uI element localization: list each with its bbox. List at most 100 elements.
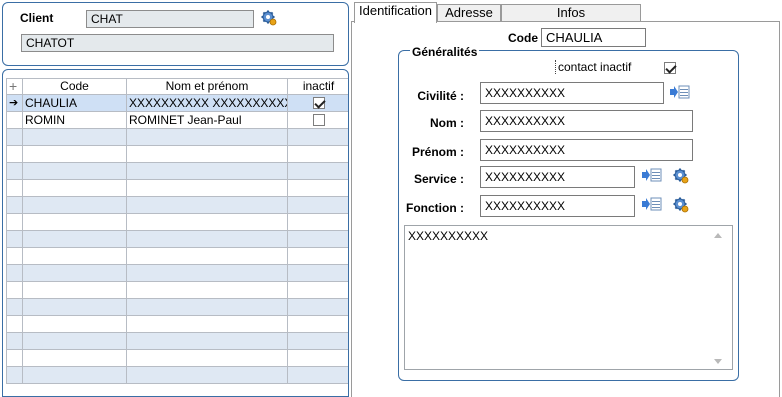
tab-infos-complementaires[interactable]: Infos complémentaires [501,4,641,36]
empty-cell[interactable] [287,162,348,180]
table-row-empty[interactable] [6,128,348,146]
empty-cell[interactable] [22,145,127,163]
empty-cell[interactable] [126,230,288,248]
empty-cell[interactable] [126,213,288,231]
empty-cell[interactable] [287,298,348,316]
column-header-inactif[interactable]: inactif [287,78,348,95]
table-row-empty[interactable] [6,366,348,384]
empty-cell[interactable] [22,196,127,214]
empty-cell[interactable] [22,264,127,282]
notes-textarea[interactable]: XXXXXXXXXX [404,225,733,370]
column-header-name[interactable]: Nom et prénom [126,78,288,95]
empty-cell[interactable] [287,230,348,248]
table-row[interactable]: ROMIN ROMINET Jean-Paul [6,111,348,129]
empty-cell[interactable] [126,128,288,146]
empty-cell[interactable] [287,145,348,163]
client-name-field[interactable]: CHATOT [21,34,334,52]
scroll-up-icon[interactable] [714,233,722,238]
empty-cell[interactable] [6,247,23,265]
fonction-search-button[interactable] [673,197,689,216]
empty-cell[interactable] [126,162,288,180]
empty-cell[interactable] [287,315,348,333]
table-row-empty[interactable] [6,162,348,180]
empty-cell[interactable] [126,315,288,333]
empty-cell[interactable] [6,162,23,180]
fonction-list-button[interactable] [642,197,662,214]
table-row-empty[interactable] [6,196,348,214]
empty-cell[interactable] [6,315,23,333]
empty-cell[interactable] [22,230,127,248]
tab-adresse[interactable]: Adresse [437,4,501,22]
empty-cell[interactable] [6,196,23,214]
empty-cell[interactable] [287,213,348,231]
cell-inactif[interactable] [287,94,348,112]
empty-cell[interactable] [287,264,348,282]
empty-cell[interactable] [6,298,23,316]
empty-cell[interactable] [22,247,127,265]
table-row-empty[interactable] [6,315,348,333]
table-row-empty[interactable] [6,145,348,163]
civilite-field[interactable]: XXXXXXXXXX [480,82,664,104]
client-search-button[interactable] [261,10,277,29]
service-field[interactable]: XXXXXXXXXX [480,166,635,188]
table-row-empty[interactable] [6,247,348,265]
empty-cell[interactable] [22,281,127,299]
column-header-code[interactable]: Code [22,78,127,95]
empty-cell[interactable] [287,196,348,214]
empty-cell[interactable] [126,145,288,163]
table-row-empty[interactable] [6,349,348,367]
nom-field[interactable]: XXXXXXXXXX [480,110,693,132]
add-row-button[interactable]: + [6,78,23,95]
empty-cell[interactable] [287,366,348,384]
empty-cell[interactable] [6,213,23,231]
empty-cell[interactable] [22,315,127,333]
empty-cell[interactable] [6,128,23,146]
empty-cell[interactable] [126,264,288,282]
empty-cell[interactable] [6,179,23,197]
service-list-button[interactable] [642,168,662,185]
table-row-empty[interactable] [6,230,348,248]
empty-cell[interactable] [126,196,288,214]
empty-cell[interactable] [287,349,348,367]
empty-cell[interactable] [287,128,348,146]
empty-cell[interactable] [22,349,127,367]
empty-cell[interactable] [126,281,288,299]
table-row-empty[interactable] [6,281,348,299]
empty-cell[interactable] [6,332,23,350]
tab-identification[interactable]: Identification [354,2,437,23]
table-row-empty[interactable] [6,332,348,350]
civilite-list-button[interactable] [670,85,690,102]
empty-cell[interactable] [287,179,348,197]
empty-cell[interactable] [126,298,288,316]
empty-cell[interactable] [287,281,348,299]
empty-cell[interactable] [22,162,127,180]
cell-name[interactable]: XXXXXXXXXX XXXXXXXXXX [126,94,288,112]
empty-cell[interactable] [287,332,348,350]
empty-cell[interactable] [126,332,288,350]
empty-cell[interactable] [22,213,127,231]
empty-cell[interactable] [6,349,23,367]
table-row-empty[interactable] [6,179,348,197]
client-code-field[interactable]: CHAT [86,10,254,28]
empty-cell[interactable] [6,145,23,163]
empty-cell[interactable] [22,179,127,197]
empty-cell[interactable] [126,179,288,197]
contact-code-field[interactable]: CHAULIA [541,28,646,47]
empty-cell[interactable] [22,298,127,316]
table-row-empty[interactable] [6,264,348,282]
cell-code[interactable]: CHAULIA [22,94,127,112]
empty-cell[interactable] [22,366,127,384]
fonction-field[interactable]: XXXXXXXXXX [480,195,635,217]
empty-cell[interactable] [6,281,23,299]
empty-cell[interactable] [287,247,348,265]
cell-name[interactable]: ROMINET Jean-Paul [126,111,288,129]
empty-cell[interactable] [6,230,23,248]
empty-cell[interactable] [126,349,288,367]
empty-cell[interactable] [126,247,288,265]
empty-cell[interactable] [6,366,23,384]
inactif-checkbox[interactable] [312,114,325,127]
cell-code[interactable]: ROMIN [22,111,127,129]
prenom-field[interactable]: XXXXXXXXXX [480,139,693,161]
scroll-down-icon[interactable] [714,359,722,364]
empty-cell[interactable] [126,366,288,384]
